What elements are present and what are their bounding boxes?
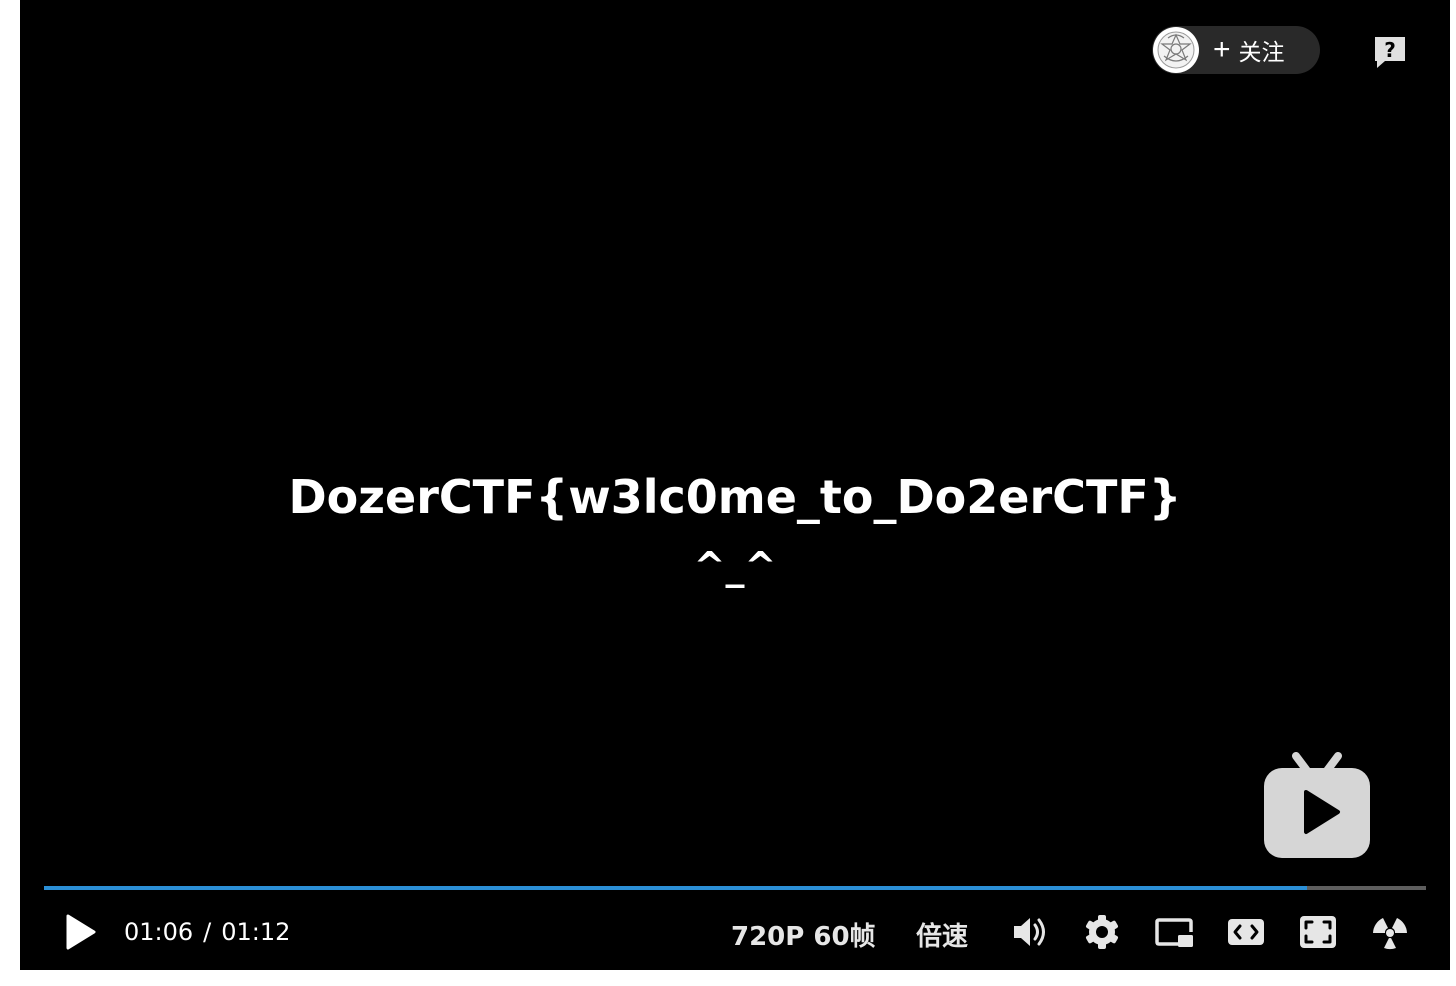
picture-in-picture-button[interactable] — [1154, 912, 1196, 952]
settings-icon — [1086, 915, 1118, 949]
help-symbol: ? — [1384, 38, 1396, 62]
follow-button[interactable]: + 关注 — [1152, 26, 1320, 74]
help-icon[interactable]: ? — [1372, 34, 1408, 70]
settings-button[interactable] — [1082, 912, 1122, 952]
current-time: 01:06 — [124, 918, 194, 946]
video-flag-text: DozerCTF{w3lc0me_to_Do2erCTF} — [288, 470, 1182, 524]
widescreen-button[interactable] — [1226, 912, 1266, 952]
video-emoticon: ^_^ — [693, 544, 777, 588]
follow-label: 关注 — [1238, 40, 1285, 66]
plus-icon: + — [1213, 33, 1231, 66]
play-icon — [66, 914, 96, 950]
progress-played — [44, 886, 1308, 890]
speed-selector[interactable]: 倍速 — [916, 916, 968, 953]
widescreen-icon — [1228, 919, 1264, 945]
fullscreen-icon — [1300, 916, 1336, 948]
control-bar: 01:06 / 01:12 720P 60帧 倍速 — [20, 900, 1450, 964]
video-player[interactable]: + 关注 ? DozerCTF{w3lc0me_to_Do2erCTF} ^_^… — [20, 0, 1450, 970]
time-separator: / — [203, 918, 212, 946]
uploader-avatar[interactable] — [1153, 27, 1199, 73]
radiation-button[interactable] — [1370, 912, 1410, 952]
time-display: 01:06 / 01:12 — [124, 918, 290, 946]
quality-selector[interactable]: 720P 60帧 — [731, 916, 876, 953]
radiation-icon — [1373, 918, 1407, 950]
progress-bar[interactable] — [44, 886, 1426, 890]
play-button[interactable] — [60, 912, 100, 952]
bilibili-tv-logo — [1262, 752, 1372, 860]
duration: 01:12 — [221, 918, 291, 946]
fullscreen-button[interactable] — [1298, 912, 1338, 952]
picture-in-picture-icon — [1155, 918, 1193, 947]
volume-icon — [1014, 918, 1045, 946]
volume-button[interactable] — [1010, 912, 1050, 952]
